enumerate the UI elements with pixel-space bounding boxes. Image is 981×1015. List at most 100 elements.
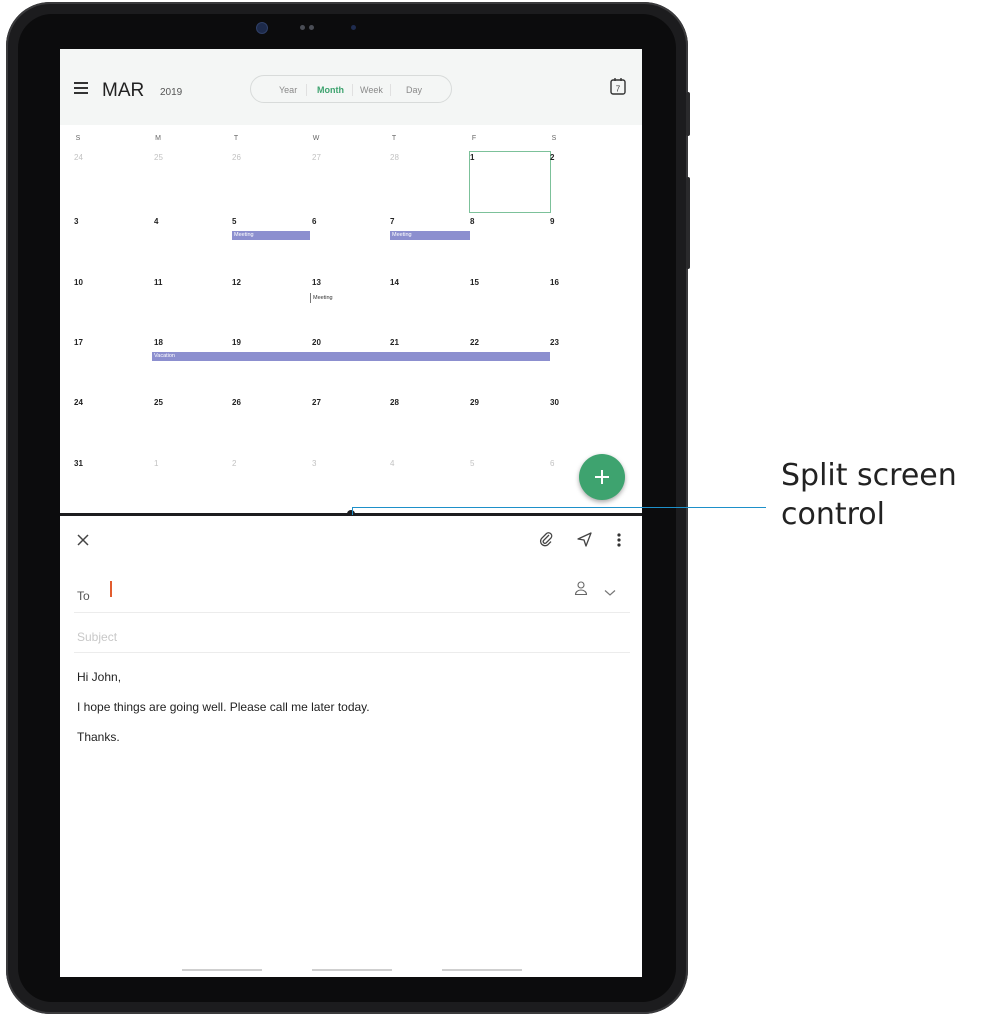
calendar-day[interactable]: 15 bbox=[470, 278, 479, 287]
event-meeting-7[interactable]: Meeting bbox=[390, 231, 470, 240]
calendar-day[interactable]: 19 bbox=[232, 338, 241, 347]
event-meeting-13[interactable]: Meeting bbox=[310, 293, 333, 303]
calendar-day[interactable]: 31 bbox=[74, 459, 83, 468]
tab-week[interactable]: Week bbox=[360, 85, 383, 95]
nav-bar-indicator bbox=[182, 969, 262, 971]
calendar-day[interactable]: 4 bbox=[390, 459, 394, 468]
menu-icon[interactable] bbox=[74, 82, 88, 94]
calendar-day[interactable]: 6 bbox=[550, 459, 554, 468]
calendar-day[interactable]: 4 bbox=[154, 217, 158, 226]
tab-month[interactable]: Month bbox=[317, 85, 344, 95]
svg-text:7: 7 bbox=[616, 85, 621, 94]
weekday-label: S bbox=[75, 135, 81, 142]
sensor bbox=[351, 25, 356, 30]
selected-date-highlight bbox=[469, 151, 551, 213]
weekday-label: M bbox=[155, 135, 161, 142]
calendar-day[interactable]: 18 bbox=[154, 338, 163, 347]
calendar-day[interactable]: 11 bbox=[154, 278, 162, 287]
more-options-icon[interactable] bbox=[616, 532, 622, 553]
calendar-day[interactable]: 3 bbox=[74, 217, 78, 226]
sensor bbox=[309, 25, 314, 30]
calendar-day[interactable]: 25 bbox=[154, 398, 163, 407]
event-meeting-5[interactable]: Meeting bbox=[232, 231, 310, 240]
calendar-day[interactable]: 29 bbox=[470, 398, 479, 407]
calendar-day[interactable]: 7 bbox=[390, 217, 394, 226]
attach-icon[interactable] bbox=[538, 531, 554, 552]
calendar-day[interactable]: 22 bbox=[470, 338, 479, 347]
calendar-day[interactable]: 1 bbox=[154, 459, 158, 468]
tablet-frame: MAR 2019 Year Month Week Day 7 Meeting M… bbox=[6, 2, 690, 1014]
calendar-day[interactable]: 5 bbox=[470, 459, 474, 468]
calendar-day[interactable]: 24 bbox=[74, 398, 83, 407]
calendar-day[interactable]: 3 bbox=[312, 459, 316, 468]
calendar-day[interactable]: 21 bbox=[390, 338, 399, 347]
calendar-day[interactable]: 26 bbox=[232, 153, 241, 162]
send-icon[interactable] bbox=[576, 531, 593, 552]
weekday-label: T bbox=[233, 135, 239, 142]
weekday-label: F bbox=[471, 135, 477, 142]
calendar-day[interactable]: 26 bbox=[232, 398, 241, 407]
calendar-day[interactable]: 10 bbox=[74, 278, 83, 287]
email-body-line[interactable]: Hi John, bbox=[77, 670, 121, 684]
month-title: MAR bbox=[102, 80, 145, 101]
calendar-day[interactable]: 17 bbox=[74, 338, 83, 347]
callout-label: Split screen control bbox=[781, 456, 957, 534]
calendar-day[interactable]: 16 bbox=[550, 278, 559, 287]
callout-label-line: control bbox=[781, 497, 885, 532]
email-compose-pane: To Subject Hi John, I hope things are go… bbox=[60, 516, 642, 977]
calendar-day[interactable]: 14 bbox=[390, 278, 399, 287]
calendar-day[interactable]: 5 bbox=[232, 217, 236, 226]
divider bbox=[74, 652, 630, 653]
calendar-header: MAR 2019 Year Month Week Day 7 bbox=[60, 49, 642, 125]
weekday-label: S bbox=[551, 135, 557, 142]
divider bbox=[74, 612, 630, 613]
subject-field[interactable]: Subject bbox=[77, 630, 597, 644]
calendar-day[interactable]: 27 bbox=[312, 153, 321, 162]
view-switcher: Year Month Week Day bbox=[250, 75, 452, 103]
add-icon bbox=[601, 470, 603, 484]
volume-button bbox=[686, 92, 690, 136]
email-body-line[interactable]: Thanks. bbox=[77, 730, 120, 744]
calendar-day[interactable]: 28 bbox=[390, 153, 399, 162]
calendar-day[interactable]: 20 bbox=[312, 338, 321, 347]
calendar-day[interactable]: 25 bbox=[154, 153, 163, 162]
sensor bbox=[300, 25, 305, 30]
front-camera bbox=[256, 22, 268, 34]
calendar-day[interactable]: 2 bbox=[232, 459, 236, 468]
calendar-day[interactable]: 13 bbox=[312, 278, 321, 287]
add-event-button[interactable] bbox=[579, 454, 625, 500]
callout-label-line: Split screen bbox=[781, 458, 957, 493]
callout-line bbox=[352, 507, 766, 508]
to-label: To bbox=[77, 589, 90, 603]
screen: MAR 2019 Year Month Week Day 7 Meeting M… bbox=[60, 49, 642, 977]
tab-year[interactable]: Year bbox=[279, 85, 297, 95]
calendar-day[interactable]: 24 bbox=[74, 153, 83, 162]
calendar-day[interactable]: 1 bbox=[470, 153, 474, 162]
callout-pointer bbox=[352, 507, 353, 515]
calendar-day[interactable]: 2 bbox=[550, 153, 554, 162]
email-body-line[interactable]: I hope things are going well. Please cal… bbox=[77, 700, 370, 714]
today-calendar-icon[interactable]: 7 bbox=[610, 77, 626, 95]
close-icon[interactable] bbox=[76, 533, 90, 552]
calendar-day[interactable]: 30 bbox=[550, 398, 559, 407]
calendar-day[interactable]: 27 bbox=[312, 398, 321, 407]
tab-day[interactable]: Day bbox=[406, 85, 422, 95]
nav-bar-indicator bbox=[442, 969, 522, 971]
event-vacation[interactable]: Vacation bbox=[152, 352, 550, 361]
calendar-day[interactable]: 6 bbox=[312, 217, 316, 226]
calendar-day[interactable]: 23 bbox=[550, 338, 559, 347]
calendar-day[interactable]: 12 bbox=[232, 278, 241, 287]
nav-bar-indicator bbox=[312, 969, 392, 971]
divider bbox=[390, 84, 391, 96]
contact-icon[interactable] bbox=[574, 580, 588, 601]
divider bbox=[306, 84, 307, 96]
divider bbox=[352, 84, 353, 96]
calendar-day[interactable]: 28 bbox=[390, 398, 399, 407]
calendar-day[interactable]: 9 bbox=[550, 217, 554, 226]
weekday-label: W bbox=[312, 135, 320, 142]
chevron-down-icon[interactable] bbox=[604, 584, 616, 602]
calendar-day[interactable]: 8 bbox=[470, 217, 474, 226]
recipient-input-caret[interactable] bbox=[110, 581, 112, 597]
power-button bbox=[686, 177, 690, 269]
year-label: 2019 bbox=[160, 87, 183, 98]
